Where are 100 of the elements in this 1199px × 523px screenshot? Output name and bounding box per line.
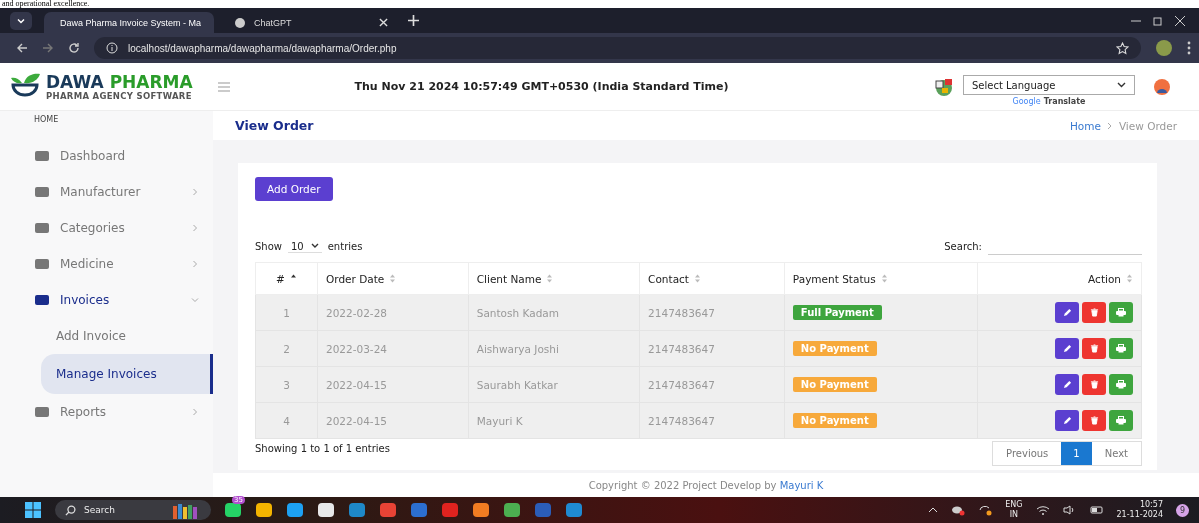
sidebar-item[interactable]: Medicine [0,246,213,282]
delete-button[interactable] [1082,410,1106,431]
status-badge: No Payment [792,377,877,392]
notification-badge[interactable]: 9 [1176,503,1189,517]
search-icon [65,504,76,516]
table-cell: 2022-02-28 [317,294,469,331]
forward-icon[interactable] [42,42,54,54]
close-icon[interactable] [379,18,388,27]
column-header[interactable]: Action [1088,272,1121,285]
start-icon[interactable] [24,501,42,519]
status-badge: No Payment [792,413,877,428]
clock-time[interactable]: 10:57 [1139,500,1163,510]
cloud-icon[interactable] [951,504,966,516]
entries-select[interactable]: 10 [288,240,322,253]
table-cell: Mayuri K [468,402,640,439]
menu-item-icon [34,257,50,271]
table-cell: Saurabh Katkar [468,366,640,403]
column-header[interactable]: Client Name [476,272,542,285]
print-button[interactable] [1109,302,1133,323]
delete-button[interactable] [1082,338,1106,359]
sidebar-subitem[interactable]: Add Invoice [0,318,213,354]
table-cell: 2147483647 [639,294,785,331]
star-icon[interactable] [1116,41,1129,55]
browser-tab[interactable]: Dawa Pharma Invoice System - Ma [44,12,214,33]
address-bar[interactable]: localhost/dawapharma/dawapharma/dawapharma/Order.php [94,37,1141,59]
logo-subtitle: PHARMA AGENCY SOFTWARE [46,90,193,101]
pencil-icon [1062,344,1072,353]
region-text[interactable]: IN [1009,510,1019,520]
taskbar-search-field[interactable]: Search [55,500,211,520]
breadcrumb-link[interactable]: Home [1069,119,1101,132]
table-cell: 1 [255,294,318,331]
logo-title: DAWA [46,72,104,91]
edit-button[interactable] [1055,410,1079,431]
language-select[interactable]: Select Language [963,75,1135,95]
reload-icon[interactable] [68,42,80,54]
edit-button[interactable] [1055,374,1079,395]
restore-icon[interactable] [1153,15,1163,26]
more-icon[interactable] [1187,41,1191,55]
delete-button[interactable] [1082,374,1106,395]
table-cell: 2022-04-15 [317,402,469,439]
chevron-up-icon[interactable] [928,506,939,514]
column-header[interactable]: # [276,272,285,285]
back-icon[interactable] [16,42,28,54]
table-cell: 2147483647 [639,366,785,403]
profile-avatar-icon[interactable] [1155,39,1173,57]
pencil-icon [1062,308,1072,317]
trash-icon [1089,416,1099,425]
column-header[interactable]: Payment Status [792,272,876,285]
browser-tab[interactable]: ChatGPT [226,12,396,33]
menu-item-icon [34,185,50,199]
sidebar-item[interactable]: Categories [0,210,213,246]
column-header[interactable]: Contact [648,272,689,285]
delete-button[interactable] [1082,302,1106,323]
search-label: Search: [944,241,982,252]
next-page-link[interactable]: Next [1091,442,1141,465]
tab-list-button[interactable] [10,11,32,30]
table-cell: 2147483647 [639,330,785,367]
sidebar-item[interactable]: Dashboard [0,138,213,174]
logo-title: PHARMA [109,72,193,91]
author-link[interactable]: Mayuri K [779,479,824,491]
add-order-button[interactable]: Add Order [255,177,333,201]
clock-date[interactable]: 21-11-2024 [1116,510,1163,520]
edit-button[interactable] [1055,302,1079,323]
edit-button[interactable] [1055,338,1079,359]
sidebar-item[interactable]: Reports [0,394,213,430]
copyright-text: Copyright © 2022 Project Develop by Mayuri K [588,479,824,491]
translate-label: Translate [1043,97,1086,106]
status-badge: No Payment [792,341,877,356]
sync-icon[interactable] [978,504,993,516]
input-language-text[interactable]: ENG [1005,500,1023,510]
battery-icon[interactable] [1089,505,1104,515]
user-avatar-icon[interactable] [1153,77,1171,96]
print-button[interactable] [1109,374,1133,395]
entries-label: entries [327,241,363,252]
menu-item-icon [34,293,50,307]
wifi-icon[interactable] [1035,505,1050,515]
menu-item-icon [34,405,50,419]
menu-item-icon [34,221,50,235]
print-button[interactable] [1109,410,1133,431]
sidebar-subitem[interactable]: Manage Invoices [41,354,213,394]
close-icon[interactable] [1175,15,1185,26]
translate-globe-icon [933,76,955,97]
printer-icon [1116,380,1126,389]
entries-info-text: Showing 1 to 1 of 1 entries [255,443,390,454]
printer-icon [1116,416,1126,425]
new-tab-icon[interactable] [408,15,419,26]
sidebar-item[interactable]: Invoices [0,282,213,318]
column-header[interactable]: Order Date [326,272,385,285]
menu-item-icon [34,149,50,163]
date-time-text: Thu Nov 21 2024 10:57:49 GMT+0530 (India Standard Time) [353,80,730,93]
sidebar-item[interactable]: Manufacturer [0,174,213,210]
table-cell: Aishwarya Joshi [468,330,640,367]
print-button[interactable] [1109,338,1133,359]
info-icon[interactable] [106,42,118,54]
trash-icon [1089,380,1099,389]
page-number-link[interactable]: 1 [1061,442,1092,465]
table-cell: Santosh Kadam [468,294,640,331]
printer-icon [1116,308,1126,317]
pencil-icon [1062,416,1072,425]
previous-page-link[interactable]: Previous [993,442,1062,465]
